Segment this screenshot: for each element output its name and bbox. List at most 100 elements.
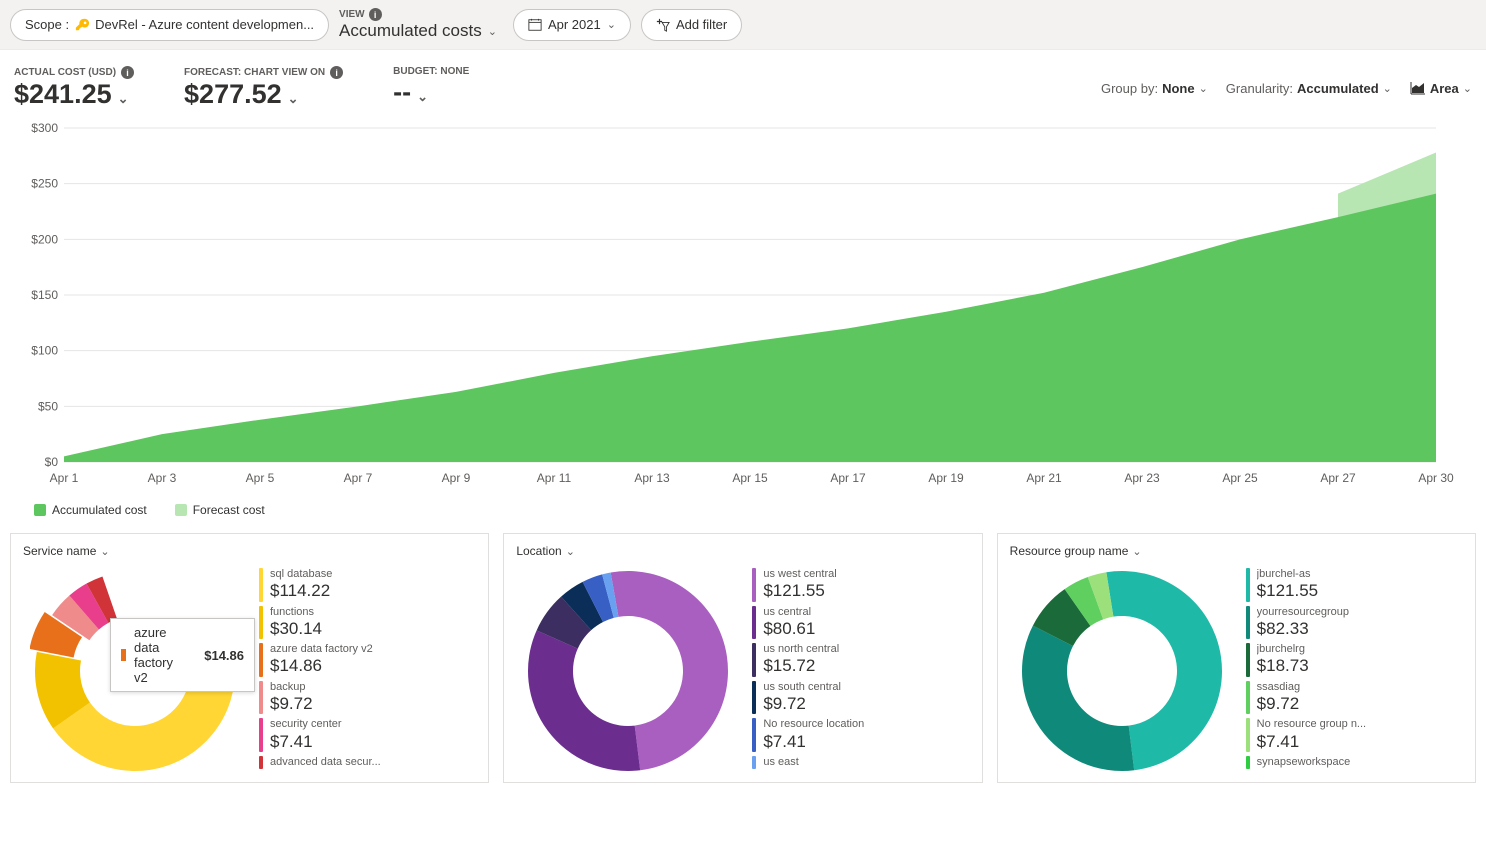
legend-value: $82.33 — [1257, 619, 1349, 639]
legend-color-bar — [752, 568, 756, 602]
legend-value: $30.14 — [270, 619, 322, 639]
donut-legend: sql database $114.22 functions $30.14 az… — [259, 568, 480, 774]
legend-row[interactable]: No resource location $7.41 — [752, 718, 973, 752]
charttype-control[interactable]: Area ⌄ — [1410, 81, 1472, 96]
filter-bar: Scope : DevRel - Azure content developme… — [0, 0, 1486, 50]
legend-value: $121.55 — [1257, 581, 1318, 601]
legend-name: sql database — [270, 568, 332, 581]
donut-card-title[interactable]: Resource group name ⌄ — [998, 534, 1475, 568]
info-icon: i — [121, 66, 134, 79]
svg-text:$300: $300 — [31, 122, 58, 135]
svg-text:Apr 9: Apr 9 — [442, 471, 471, 485]
donut-chart[interactable] — [508, 568, 748, 774]
legend-value: $114.22 — [270, 581, 332, 601]
legend-name: synapseworkspace — [1257, 756, 1351, 769]
daterange-value: Apr 2021 — [548, 17, 601, 32]
svg-text:Apr 1: Apr 1 — [50, 471, 79, 485]
legend-row[interactable]: us west central $121.55 — [752, 568, 973, 602]
legend-row[interactable]: us south central $9.72 — [752, 681, 973, 715]
legend-row[interactable]: ssasdiag $9.72 — [1246, 681, 1467, 715]
legend-name: azure data factory v2 — [270, 643, 373, 656]
metric-forecast[interactable]: FORECAST: CHART VIEW ON i $277.52⌄ — [184, 66, 343, 110]
legend-forecast[interactable]: Forecast cost — [175, 503, 265, 517]
legend-accumulated[interactable]: Accumulated cost — [34, 503, 147, 517]
legend-row[interactable]: jburchel-as $121.55 — [1246, 568, 1467, 602]
legend-name: security center — [270, 718, 342, 731]
metric-actual[interactable]: ACTUAL COST (USD) i $241.25⌄ — [14, 66, 134, 110]
area-legend: Accumulated cost Forecast cost — [14, 497, 1486, 523]
legend-color-bar — [1246, 643, 1250, 677]
legend-value: $18.73 — [1257, 656, 1309, 676]
chart-controls: Group by: None ⌄ Granularity: Accumulate… — [1101, 81, 1472, 96]
legend-name: No resource group n... — [1257, 718, 1366, 731]
info-icon: i — [369, 8, 382, 21]
donut-card-title[interactable]: Service name ⌄ — [11, 534, 488, 568]
legend-value: $121.55 — [763, 581, 836, 601]
donut-chart[interactable] — [1002, 568, 1242, 774]
legend-row[interactable]: us north central $15.72 — [752, 643, 973, 677]
legend-row[interactable]: us central $80.61 — [752, 606, 973, 640]
svg-text:$150: $150 — [31, 288, 58, 302]
legend-row[interactable]: security center $7.41 — [259, 718, 480, 752]
granularity-control[interactable]: Granularity: Accumulated ⌄ — [1226, 81, 1392, 96]
svg-text:$50: $50 — [38, 399, 58, 413]
donut-chart[interactable]: azure data factory v2 $14.86 — [15, 568, 255, 774]
legend-row[interactable]: synapseworkspace — [1246, 756, 1467, 769]
scope-value: DevRel - Azure content developmen... — [95, 17, 314, 32]
svg-text:Apr 11: Apr 11 — [537, 471, 572, 485]
chevron-down-icon: ⌄ — [1199, 82, 1208, 95]
chevron-down-icon: ⌄ — [607, 18, 616, 31]
legend-row[interactable]: backup $9.72 — [259, 681, 480, 715]
donut-title-text: Location — [516, 544, 561, 558]
donut-cards-row: Service name ⌄ azure data factory v2 $14… — [0, 523, 1486, 787]
charttype-value: Area — [1430, 81, 1459, 96]
legend-row[interactable]: advanced data secur... — [259, 756, 480, 769]
legend-value: $7.41 — [270, 732, 342, 752]
legend-color-bar — [752, 756, 756, 769]
view-block[interactable]: VIEW i Accumulated costs ⌄ — [339, 8, 497, 41]
legend-row[interactable]: us east — [752, 756, 973, 769]
donut-legend: us west central $121.55 us central $80.6… — [752, 568, 973, 774]
scope-pill[interactable]: Scope : DevRel - Azure content developme… — [10, 9, 329, 41]
svg-text:Apr 7: Apr 7 — [344, 471, 373, 485]
svg-text:$200: $200 — [31, 232, 58, 246]
legend-row[interactable]: azure data factory v2 $14.86 — [259, 643, 480, 677]
legend-row[interactable]: No resource group n... $7.41 — [1246, 718, 1467, 752]
area-chart-wrap: $0$50$100$150$200$250$300Apr 1Apr 3Apr 5… — [0, 114, 1486, 523]
add-filter-icon — [656, 18, 670, 32]
legend-value: $9.72 — [1257, 694, 1300, 714]
legend-name: us central — [763, 606, 815, 619]
chevron-down-icon: ⌄ — [118, 91, 129, 107]
donut-legend: jburchel-as $121.55 yourresourcegroup $8… — [1246, 568, 1467, 774]
legend-row[interactable]: functions $30.14 — [259, 606, 480, 640]
legend-value: $7.41 — [763, 732, 864, 752]
legend-name: ssasdiag — [1257, 681, 1300, 694]
svg-text:$100: $100 — [31, 344, 58, 358]
add-filter-label: Add filter — [676, 17, 727, 32]
chevron-down-icon: ⌄ — [1463, 82, 1472, 95]
svg-text:$250: $250 — [31, 177, 58, 191]
legend-row[interactable]: jburchelrg $18.73 — [1246, 643, 1467, 677]
svg-text:Apr 23: Apr 23 — [1124, 471, 1160, 485]
legend-name: functions — [270, 606, 322, 619]
svg-text:Apr 25: Apr 25 — [1222, 471, 1258, 485]
legend-name: advanced data secur... — [270, 756, 381, 769]
groupby-control[interactable]: Group by: None ⌄ — [1101, 81, 1208, 96]
legend-color-bar — [259, 718, 263, 752]
daterange-pill[interactable]: Apr 2021 ⌄ — [513, 9, 631, 41]
legend-name: us north central — [763, 643, 839, 656]
chevron-down-icon: ⌄ — [288, 91, 299, 107]
add-filter-pill[interactable]: Add filter — [641, 9, 742, 41]
scope-label: Scope : — [25, 17, 69, 32]
legend-name: jburchelrg — [1257, 643, 1309, 656]
svg-text:Apr 21: Apr 21 — [1026, 471, 1062, 485]
svg-text:Apr 15: Apr 15 — [732, 471, 768, 485]
legend-row[interactable]: sql database $114.22 — [259, 568, 480, 602]
metric-budget[interactable]: BUDGET: NONE -- ⌄ — [393, 66, 469, 108]
metric-actual-label: ACTUAL COST (USD) — [14, 67, 116, 78]
legend-row[interactable]: yourresourcegroup $82.33 — [1246, 606, 1467, 640]
view-value: Accumulated costs — [339, 21, 482, 41]
area-chart[interactable]: $0$50$100$150$200$250$300Apr 1Apr 3Apr 5… — [14, 122, 1454, 492]
donut-card-title[interactable]: Location ⌄ — [504, 534, 981, 568]
granularity-label: Granularity: — [1226, 81, 1293, 96]
